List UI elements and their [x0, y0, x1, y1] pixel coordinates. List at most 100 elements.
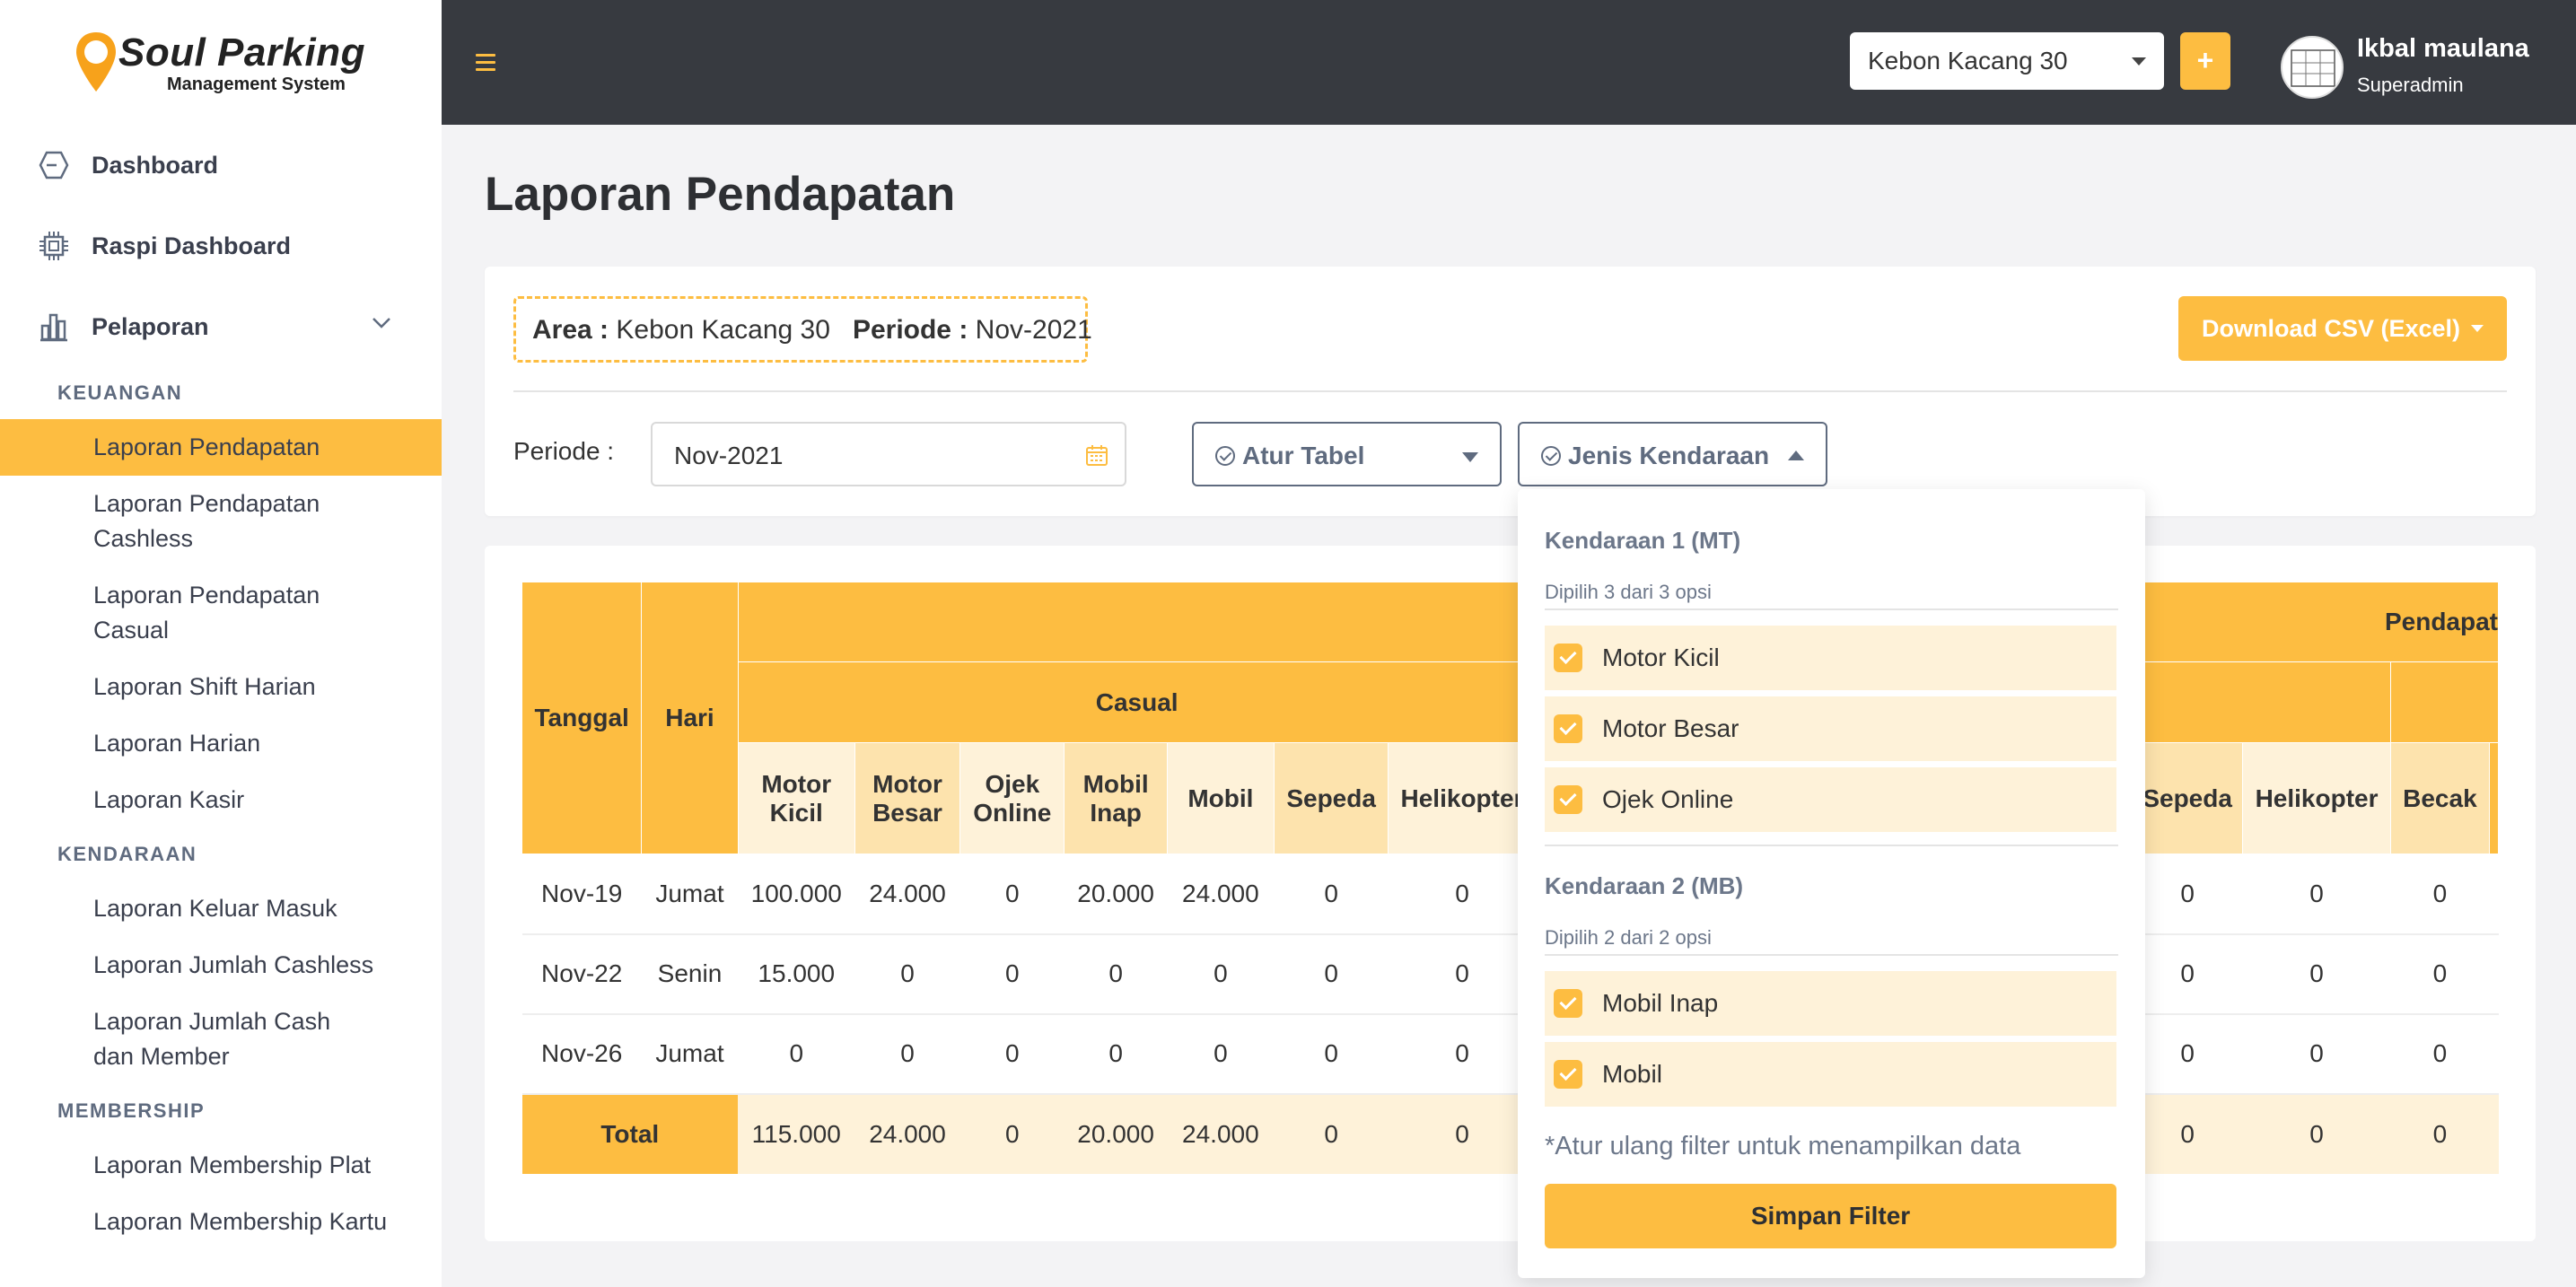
- sidebar-item-laporan-membership-plat[interactable]: Laporan Membership Plat: [0, 1137, 442, 1194]
- total-value: 0: [2242, 1093, 2391, 1174]
- sidebar-item-laporan-pendapatan-casual[interactable]: Laporan Pendapatan Casual: [0, 567, 377, 659]
- user-role: Superadmin: [2357, 74, 2464, 96]
- download-csv-button[interactable]: Download CSV (Excel): [2178, 296, 2507, 361]
- sidebar-item-raspi-dashboard[interactable]: Raspi Dashboard: [0, 206, 442, 286]
- cell-value: 0: [2242, 854, 2391, 935]
- sidebar-item-laporan-jumlah-cash-member[interactable]: Laporan Jumlah Cash dan Member: [0, 994, 395, 1085]
- sidebar-item-laporan-keluar-masuk[interactable]: Laporan Keluar Masuk: [0, 880, 442, 937]
- atur-tabel-dropdown[interactable]: Atur Tabel: [1192, 422, 1502, 486]
- area-value: Kebon Kacang 30: [616, 315, 830, 345]
- report-table: Tanggal Hari Pendapat Casual Motor Kicil…: [521, 582, 2499, 1174]
- option-mobil-inap[interactable]: Mobil Inap: [1545, 971, 2116, 1036]
- hexagon-icon: [38, 149, 70, 181]
- report-table-card: Tanggal Hari Pendapat Casual Motor Kicil…: [485, 546, 2536, 1241]
- total-value: 0: [2390, 1093, 2490, 1174]
- periode-input[interactable]: Nov-2021: [651, 422, 1126, 486]
- sidebar-item-laporan-pendapatan-cashless[interactable]: Laporan Pendapatan Cashless: [0, 476, 377, 567]
- sidebar-item-laporan-pendapatan[interactable]: Laporan Pendapatan: [0, 419, 442, 476]
- col-sepeda-2: Sepeda: [2131, 742, 2244, 854]
- cell-value: 15.000: [738, 933, 855, 1015]
- sidebar-item-laporan-kasir[interactable]: Laporan Kasir: [0, 772, 442, 828]
- sidebar-item-pelaporan[interactable]: Pelaporan: [0, 286, 442, 367]
- cell-tanggal: Nov-26: [521, 1013, 642, 1095]
- cell-value: 0: [1274, 1013, 1389, 1095]
- brand-name: Soul Parking: [118, 30, 365, 74]
- cell-value: 0: [2242, 933, 2391, 1015]
- cell-value: 0: [1274, 854, 1389, 935]
- checkbox-checked-icon[interactable]: [1554, 714, 1582, 743]
- avatar[interactable]: [2281, 36, 2344, 99]
- cell-value: 20.000: [1064, 854, 1168, 935]
- chip-icon: [38, 230, 70, 262]
- group-header-pendapatan: Pendapat: [2131, 582, 2499, 662]
- cell-hari: Jumat: [641, 854, 739, 935]
- area-select[interactable]: Kebon Kacang 30: [1850, 32, 2164, 90]
- total-value: 0: [959, 1093, 1065, 1174]
- option-mobil[interactable]: Mobil: [1545, 1042, 2116, 1107]
- user-name[interactable]: Ikbal maulana: [2357, 34, 2529, 64]
- col-edge: [2489, 742, 2499, 854]
- cell-value: 0: [2390, 1013, 2490, 1095]
- jenis-kendaraan-label: Jenis Kendaraan: [1568, 442, 1770, 469]
- cell-value: 0: [1388, 1013, 1537, 1095]
- cell-value: 0: [1167, 933, 1275, 1015]
- cell-tanggal: Nov-22: [521, 933, 642, 1015]
- option-label: Motor Kicil: [1602, 644, 1720, 671]
- checkbox-checked-icon[interactable]: [1554, 785, 1582, 814]
- cell-value: 0: [2390, 854, 2490, 935]
- total-value: 20.000: [1064, 1093, 1168, 1174]
- cell-value: 0: [959, 854, 1065, 935]
- bar-chart-icon: [38, 311, 70, 343]
- total-value: 0: [1388, 1093, 1537, 1174]
- calendar-icon[interactable]: [1085, 443, 1108, 467]
- periode-input-value: Nov-2021: [674, 442, 784, 469]
- save-filter-button[interactable]: Simpan Filter: [1545, 1184, 2116, 1248]
- add-area-button[interactable]: +: [2180, 32, 2230, 90]
- cell-edge: [2489, 933, 2499, 1015]
- check-circle-icon: [1541, 446, 1561, 466]
- subgroup-header: [2389, 661, 2499, 743]
- sidebar-item-laporan-membership-kartu[interactable]: Laporan Membership Kartu: [0, 1194, 442, 1250]
- col-mobil-inap: Mobil Inap: [1064, 742, 1168, 854]
- option-ojek-online[interactable]: Ojek Online: [1545, 767, 2116, 832]
- sidebar: Soul Parking Management System Dashboard…: [0, 0, 442, 1287]
- col-motor-besar: Motor Besar: [854, 742, 961, 854]
- periode-label: Periode :: [852, 315, 968, 345]
- area-label: Area :: [532, 315, 609, 345]
- col-helikopter: Helikopter: [1388, 742, 1537, 854]
- checkbox-checked-icon[interactable]: [1554, 644, 1582, 672]
- cell-edge: [2489, 854, 2499, 935]
- cell-value: 0: [854, 1013, 960, 1095]
- casual-header: Casual: [737, 661, 1537, 743]
- checkbox-checked-icon[interactable]: [1554, 1060, 1582, 1089]
- caret-down-icon: [1462, 452, 1478, 462]
- brand-logo[interactable]: Soul Parking Management System: [0, 0, 442, 125]
- total-value: 0: [1274, 1093, 1389, 1174]
- total-edge: [2489, 1093, 2499, 1174]
- sidebar-item-laporan-shift-harian[interactable]: Laporan Shift Harian: [0, 659, 442, 715]
- option-motor-besar[interactable]: Motor Besar: [1545, 696, 2116, 761]
- hamburger-menu-icon[interactable]: [476, 54, 495, 72]
- table-scroll-area[interactable]: Tanggal Hari Pendapat Casual Motor Kicil…: [521, 582, 2499, 1174]
- sidebar-item-label: Raspi Dashboard: [92, 232, 292, 259]
- caret-down-icon: [2132, 57, 2146, 66]
- sidebar-item-laporan-harian[interactable]: Laporan Harian: [0, 715, 442, 772]
- checkbox-checked-icon[interactable]: [1554, 989, 1582, 1018]
- total-label: Total: [521, 1093, 739, 1174]
- filter-card: Area : Kebon Kacang 30 Periode : Nov-202…: [485, 267, 2536, 516]
- cell-value: 24.000: [1167, 854, 1275, 935]
- sidebar-item-dashboard[interactable]: Dashboard: [0, 125, 442, 206]
- jenis-kendaraan-dropdown[interactable]: Jenis Kendaraan: [1518, 422, 1827, 486]
- sidebar-item-laporan-jumlah-cashless[interactable]: Laporan Jumlah Cashless: [0, 937, 442, 994]
- section-title: KEUANGAN: [57, 381, 183, 404]
- col-hari: Hari: [641, 582, 739, 854]
- cell-value: 0: [1167, 1013, 1275, 1095]
- filter-note: *Atur ulang filter untuk menampilkan dat…: [1545, 1132, 2021, 1160]
- cell-value: 0: [1274, 933, 1389, 1015]
- col-ojek-online: Ojek Online: [959, 742, 1065, 854]
- cell-value: 0: [1388, 933, 1537, 1015]
- divider: [1545, 954, 2118, 956]
- option-motor-kicil[interactable]: Motor Kicil: [1545, 626, 2116, 690]
- area-select-value: Kebon Kacang 30: [1868, 47, 2068, 74]
- download-csv-label: Download CSV (Excel): [2202, 315, 2461, 342]
